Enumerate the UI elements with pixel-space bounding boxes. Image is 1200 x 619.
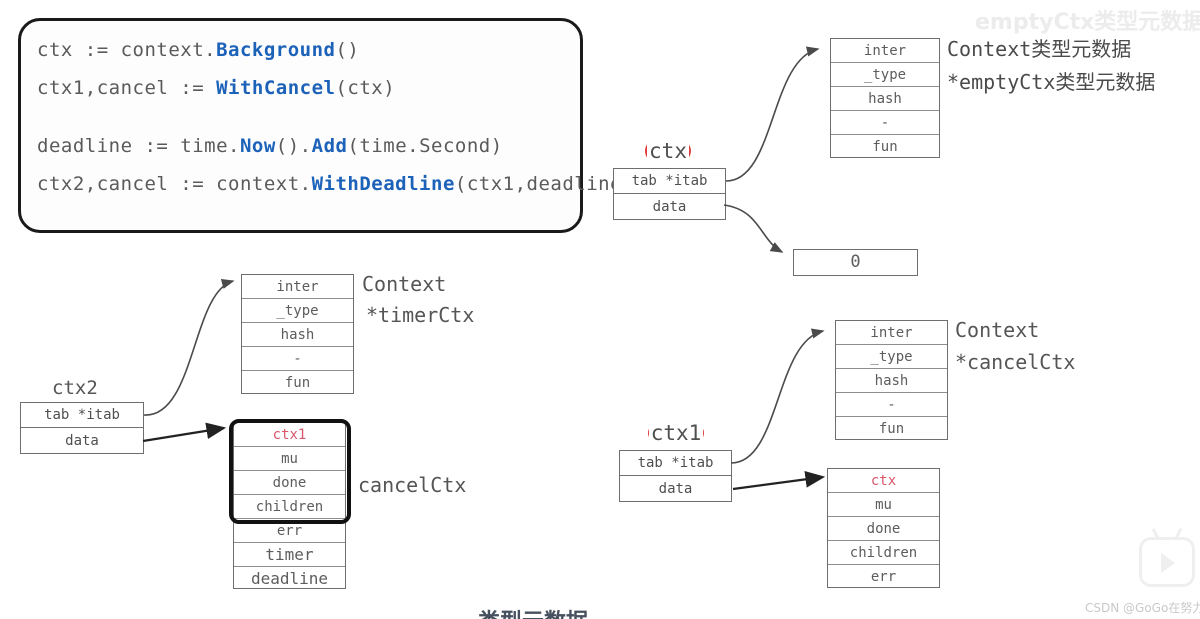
iface-box-ctx2: tab *itab data [20, 402, 144, 454]
itab-table-ctx: inter _type hash - fun [830, 38, 940, 158]
itab-row-fun: fun [872, 139, 898, 155]
code-text: (ctx1,deadline) [454, 173, 634, 195]
itab-row-inter: inter [831, 39, 939, 63]
csdn-watermark: CSDN @GoGo在努力 [1085, 601, 1200, 615]
struct-row-err: err [234, 519, 345, 543]
itab-row-hash: hash [836, 369, 947, 393]
itab-row-fun: fun [878, 421, 905, 437]
code-line-4: deadline := time.Now().Add(time.Second) [37, 137, 634, 175]
play-button-watermark [1139, 537, 1195, 587]
code-keyword: WithDeadline [311, 173, 455, 195]
itab-row-inter: inter [836, 321, 947, 345]
itab-row-hash: hash [831, 87, 939, 111]
struct-label-cancelctx: cancelCtx [358, 473, 467, 497]
data-value-zero: 0 [850, 252, 861, 272]
struct-row-mu: mu [234, 447, 345, 471]
annotation-context-metadata: Context类型元数据 [947, 37, 1132, 61]
var-label-ctx1: ctx1 [648, 417, 704, 449]
data-value-box-ctx: 0 [793, 249, 918, 276]
struct-table-cancelctx: ctx mu done children err [827, 468, 940, 588]
iface-row-tab: tab *itab [614, 169, 725, 194]
code-keyword: Add [311, 135, 348, 157]
var-label-ctx: ctx [645, 135, 691, 167]
code-text: ctx1,cancel := [37, 77, 217, 99]
itab-label-context-cancelctx-1: Context [955, 318, 1040, 342]
iface-row-tab: tab *itab [21, 403, 143, 428]
diagram-canvas: ctx := context.Background() ctx1,cancel :… [0, 0, 1200, 619]
code-text: ctx := context. [37, 39, 217, 61]
bottom-cropped-text: 类型元数据 [478, 604, 588, 619]
iface-box-ctx: tab *itab data [613, 168, 726, 220]
annotation-emptyctx-metadata: *emptyCtx类型元数据 [947, 70, 1156, 94]
itab-row-inter: inter [242, 275, 353, 299]
struct-row-ctx: ctx [828, 469, 939, 493]
struct-row-mu: mu [828, 493, 939, 517]
iface-row-data: data [65, 433, 99, 449]
iface-row-data: data [658, 481, 693, 497]
itab-row-dash: - [242, 347, 353, 371]
itab-row-dash: - [831, 111, 939, 135]
iface-box-ctx1: tab *itab data [619, 450, 732, 502]
itab-row-fun: fun [284, 375, 311, 391]
struct-table-timerctx: ctx1 mu done children err timer deadline [233, 422, 346, 589]
struct-row-ctx1: ctx1 [234, 423, 345, 447]
ghost-watermark-top: emptyCtx类型元数据 [975, 10, 1200, 35]
code-text: (time.Second) [347, 135, 503, 157]
code-lines: ctx := context.Background() ctx1,cancel :… [37, 41, 634, 213]
code-keyword: Background [216, 39, 336, 61]
itab-row-type: _type [242, 299, 353, 323]
struct-row-timer: timer [234, 543, 345, 567]
code-text: (ctx) [335, 77, 396, 99]
iface-row-data: data [652, 199, 687, 215]
itab-row-dash: - [836, 393, 947, 417]
code-line-2: ctx1,cancel := WithCancel(ctx) [37, 79, 634, 117]
itab-row-type: _type [831, 63, 939, 87]
itab-table-ctx2: inter _type hash - fun [241, 274, 354, 394]
code-text: deadline := time. [37, 135, 240, 157]
struct-row-done: done [828, 517, 939, 541]
itab-row-type: _type [836, 345, 947, 369]
struct-row-deadline: deadline [250, 569, 329, 588]
itab-table-ctx1: inter _type hash - fun [835, 320, 948, 440]
code-line-5: ctx2,cancel := context.WithDeadline(ctx1… [37, 175, 634, 213]
struct-row-done: done [234, 471, 345, 495]
struct-row-children: children [234, 495, 345, 519]
code-keyword: Now [239, 135, 276, 157]
code-text: (). [275, 135, 312, 157]
code-block: ctx := context.Background() ctx1,cancel :… [18, 18, 633, 233]
var-label-ctx2: ctx2 [52, 377, 98, 399]
itab-label-context-timerctx-1: Context [362, 272, 447, 296]
code-text: ctx2,cancel := context. [37, 173, 312, 195]
struct-row-err: err [870, 569, 897, 585]
code-line-1: ctx := context.Background() [37, 41, 634, 79]
code-text: () [335, 39, 360, 61]
itab-label-context-timerctx-2: *timerCtx [366, 303, 475, 327]
struct-row-children: children [828, 541, 939, 565]
code-keyword: WithCancel [216, 77, 336, 99]
itab-label-context-cancelctx-2: *cancelCtx [955, 350, 1076, 374]
itab-row-hash: hash [242, 323, 353, 347]
iface-row-tab: tab *itab [620, 451, 731, 476]
